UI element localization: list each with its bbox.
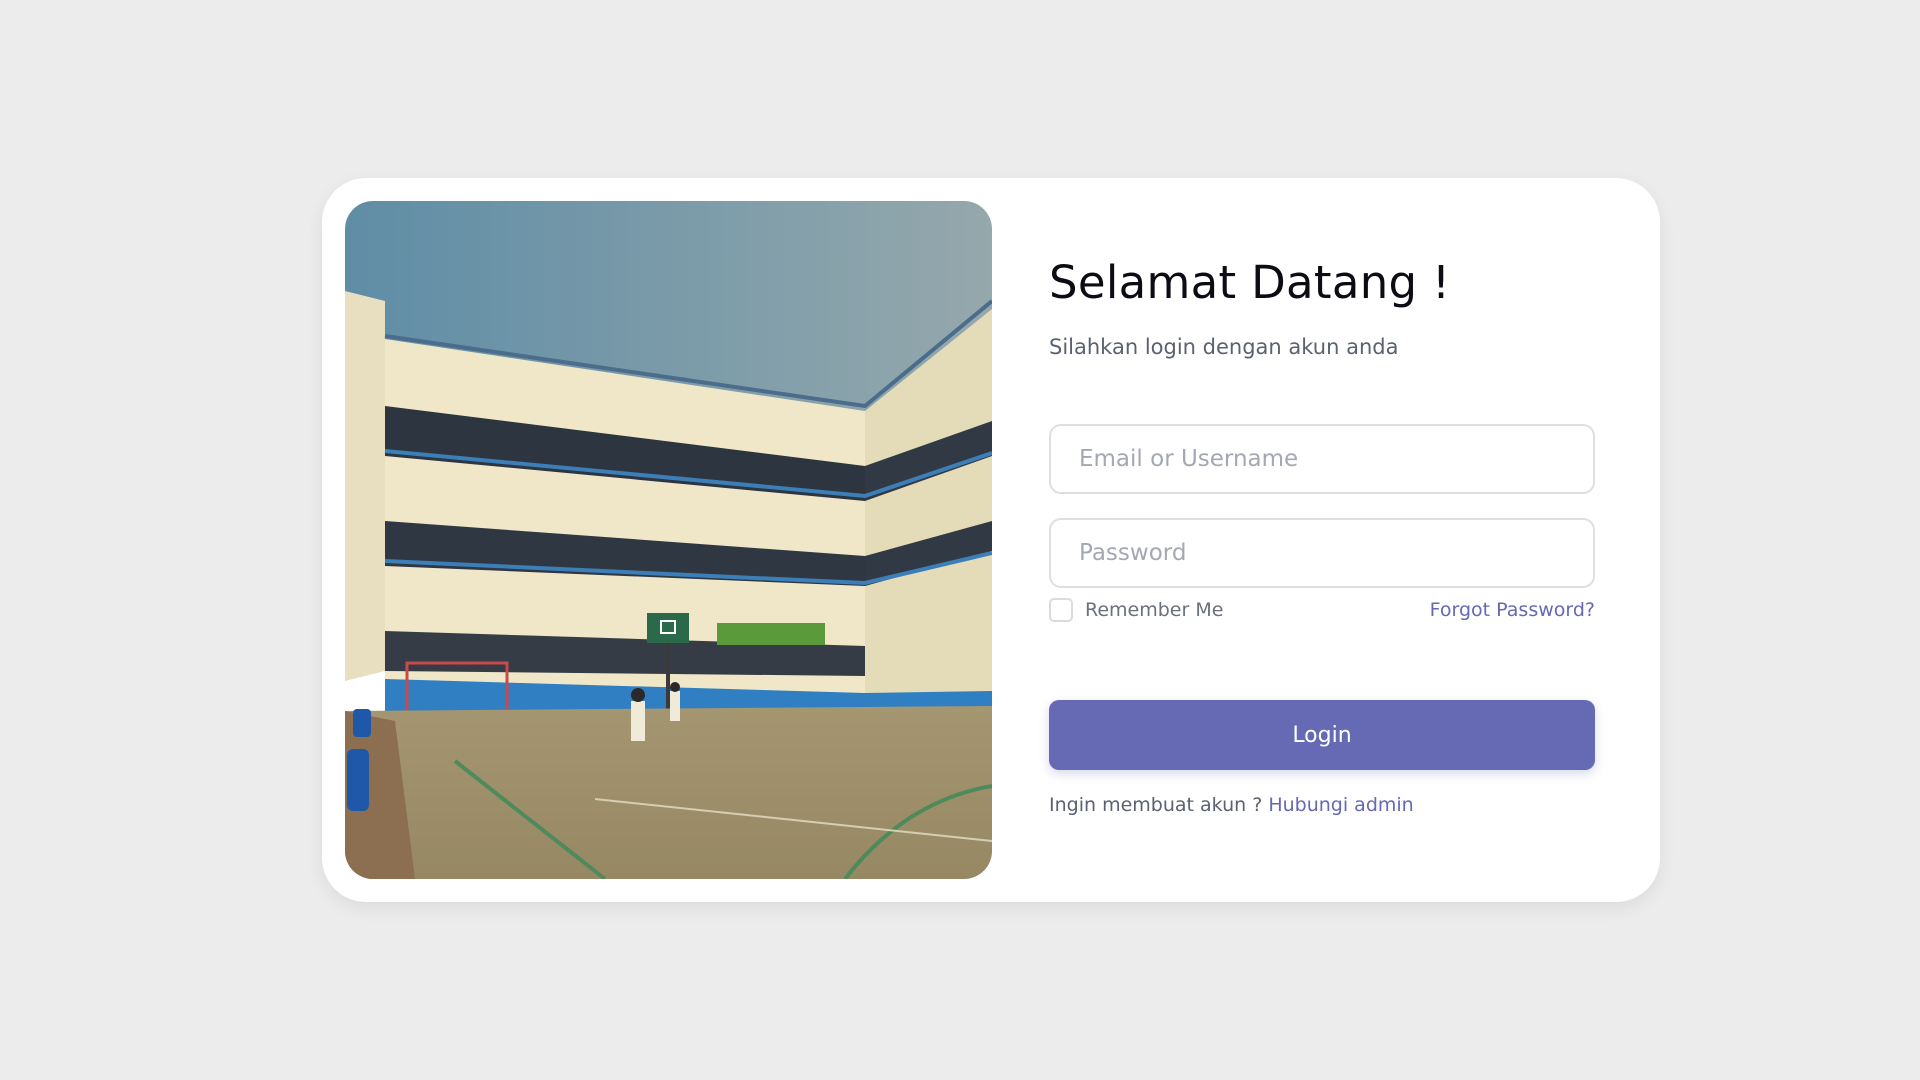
email-username-input[interactable] bbox=[1049, 424, 1595, 494]
signup-prompt: Ingin membuat akun ? Hubungi admin bbox=[1049, 794, 1414, 816]
school-building-image bbox=[345, 201, 992, 879]
signup-prompt-text: Ingin membuat akun ? bbox=[1049, 794, 1263, 816]
school-building-photo bbox=[345, 201, 992, 879]
remember-me-label: Remember Me bbox=[1085, 599, 1224, 621]
remember-forgot-row: Remember Me Forgot Password? bbox=[1049, 598, 1595, 628]
login-card: Selamat Datang ! Silahkan login dengan a… bbox=[322, 178, 1660, 902]
page-subtitle: Silahkan login dengan akun anda bbox=[1049, 335, 1399, 359]
remember-me-checkbox[interactable] bbox=[1049, 598, 1073, 622]
password-input[interactable] bbox=[1049, 518, 1595, 588]
login-button[interactable]: Login bbox=[1049, 700, 1595, 770]
contact-admin-link[interactable]: Hubungi admin bbox=[1268, 794, 1413, 816]
remember-me-toggle[interactable]: Remember Me bbox=[1049, 598, 1223, 622]
page-title: Selamat Datang ! bbox=[1049, 256, 1451, 309]
forgot-password-link[interactable]: Forgot Password? bbox=[1430, 599, 1595, 621]
